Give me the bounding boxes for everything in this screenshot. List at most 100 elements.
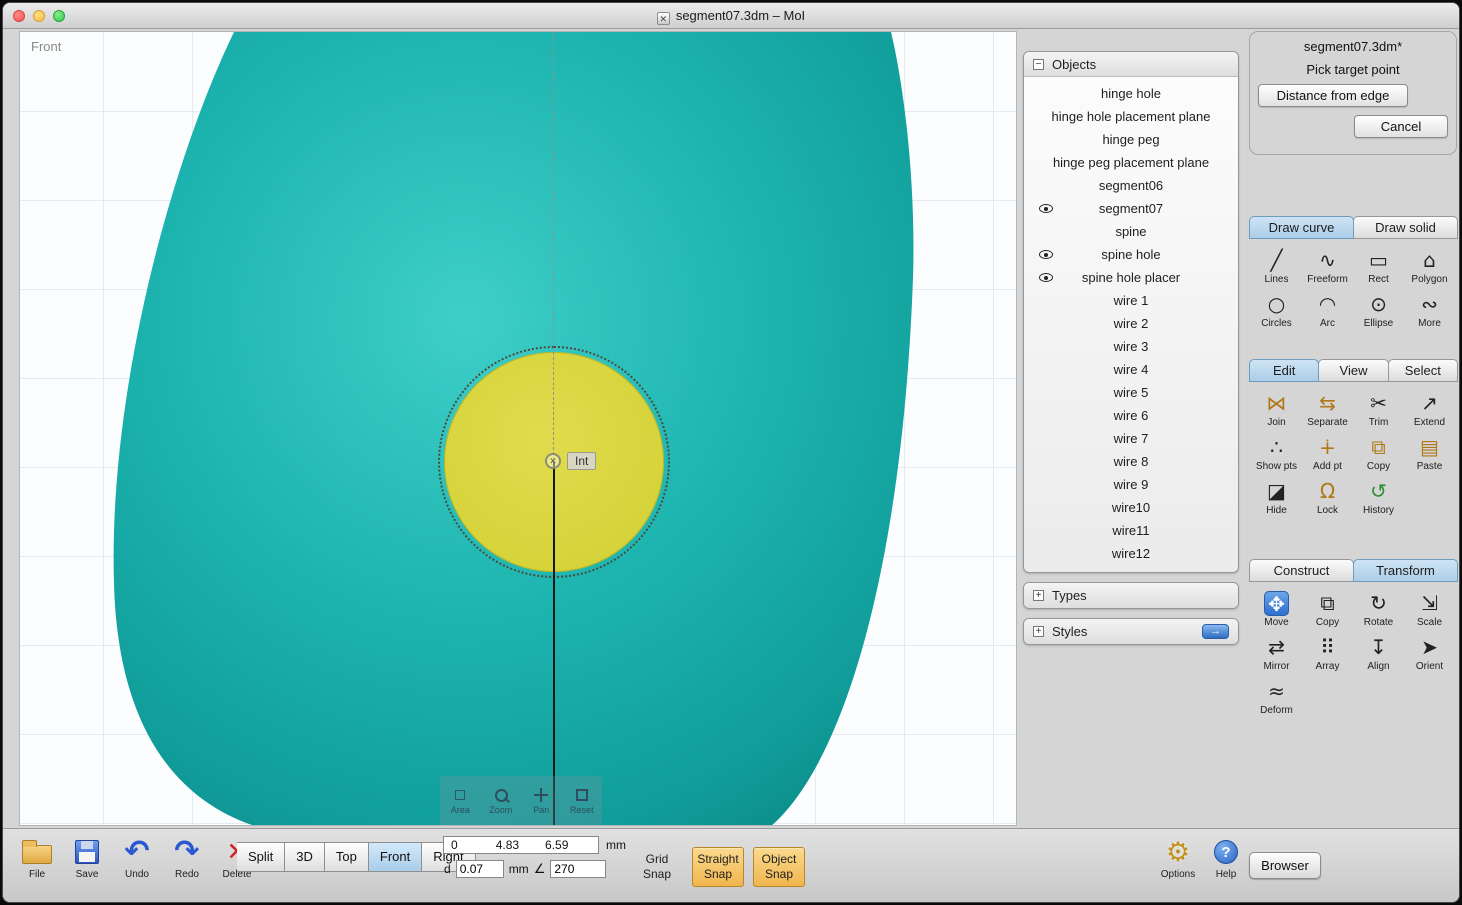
coordinate-readout[interactable]: 0 4.83 6.59: [443, 836, 599, 854]
pan-button[interactable]: Pan: [521, 776, 562, 825]
tab-draw-solid[interactable]: Draw solid: [1353, 216, 1458, 239]
object-list-item[interactable]: wire10: [1024, 496, 1238, 519]
object-list-item[interactable]: wire 1: [1024, 289, 1238, 312]
tool-mirror[interactable]: ⇄ Mirror: [1251, 635, 1302, 672]
view-3d-button[interactable]: 3D: [285, 842, 325, 872]
zoom-button[interactable]: Zoom: [481, 776, 522, 825]
tab-transform[interactable]: Transform: [1353, 559, 1458, 582]
save-button[interactable]: Save: [65, 837, 109, 880]
tool-circles[interactable]: ○ Circles: [1251, 292, 1302, 329]
tool-extend[interactable]: ↗ Extend: [1404, 391, 1455, 428]
angle-input[interactable]: [550, 860, 607, 878]
object-list-item[interactable]: spine: [1024, 220, 1238, 243]
cancel-button[interactable]: Cancel: [1354, 115, 1448, 138]
object-snap-toggle[interactable]: Object Snap: [753, 846, 805, 887]
rotate-icon: ↻: [1370, 591, 1387, 615]
grid-snap-toggle[interactable]: Grid Snap: [631, 847, 683, 887]
tool-paste[interactable]: ▤ Paste: [1404, 435, 1455, 472]
types-panel-header[interactable]: + Types: [1024, 583, 1238, 608]
browser-button[interactable]: Browser: [1249, 852, 1321, 879]
tool-copy-transform[interactable]: ⧉ Copy: [1302, 591, 1353, 628]
object-list-item[interactable]: wire 7: [1024, 427, 1238, 450]
command-prompt: Pick target point: [1306, 62, 1400, 77]
object-list-item[interactable]: wire 6: [1024, 404, 1238, 427]
tool-orient[interactable]: ➤ Orient: [1404, 635, 1455, 672]
object-list-item[interactable]: hinge hole placement plane: [1024, 105, 1238, 128]
tool-freeform[interactable]: ∿ Freeform: [1302, 248, 1353, 285]
tab-draw-curve[interactable]: Draw curve: [1249, 216, 1354, 239]
tool-array[interactable]: ⠿ Array: [1302, 635, 1353, 672]
copy-transform-icon: ⧉: [1320, 591, 1335, 615]
object-list-item[interactable]: wire12: [1024, 542, 1238, 565]
tool-separate[interactable]: ⇆ Separate: [1302, 391, 1353, 428]
view-top-button[interactable]: Top: [324, 842, 369, 872]
separate-icon: ⇆: [1319, 391, 1336, 415]
viewport-front[interactable]: Int Front Area Zoom Pan: [19, 31, 1017, 826]
object-list-item[interactable]: wire 8: [1024, 450, 1238, 473]
view-front-button[interactable]: Front: [368, 842, 423, 872]
tab-select[interactable]: Select: [1387, 359, 1458, 382]
file-button[interactable]: File: [15, 837, 59, 880]
tool-copy[interactable]: ⧉ Copy: [1353, 435, 1404, 472]
expand-icon[interactable]: +: [1033, 626, 1044, 637]
tab-construct[interactable]: Construct: [1249, 559, 1354, 582]
object-list-item[interactable]: wire11: [1024, 519, 1238, 542]
tool-history[interactable]: ↺ History: [1353, 479, 1404, 516]
tool-move[interactable]: ✥ Move: [1251, 591, 1302, 628]
object-list-item[interactable]: spine hole: [1024, 243, 1238, 266]
object-list-item[interactable]: wire 3: [1024, 335, 1238, 358]
tool-lock[interactable]: Ω Lock: [1302, 479, 1353, 516]
tool-show-points[interactable]: ∴ Show pts: [1251, 435, 1302, 472]
object-list-item[interactable]: hinge peg placement plane: [1024, 151, 1238, 174]
tool-hide[interactable]: ◪ Hide: [1251, 479, 1302, 516]
tab-edit[interactable]: Edit: [1249, 359, 1320, 382]
object-list-item[interactable]: wire 4: [1024, 358, 1238, 381]
tool-deform[interactable]: ≈ Deform: [1251, 679, 1302, 716]
tab-view[interactable]: View: [1318, 359, 1389, 382]
tool-rect[interactable]: ▭ Rect: [1353, 248, 1404, 285]
expand-icon[interactable]: +: [1033, 590, 1044, 601]
area-zoom-button[interactable]: Area: [440, 776, 481, 825]
styles-arrow-icon[interactable]: [1202, 624, 1229, 639]
tool-scale[interactable]: ⇲ Scale: [1404, 591, 1455, 628]
object-label: wire 5: [1113, 385, 1149, 400]
tool-join[interactable]: ⋈ Join: [1251, 391, 1302, 428]
redo-button[interactable]: Redo: [165, 837, 209, 880]
help-button[interactable]: Help: [1204, 837, 1248, 880]
angle-icon: ∠: [533, 861, 546, 876]
tool-polygon[interactable]: ⌂ Polygon: [1404, 248, 1455, 285]
view-split-button[interactable]: Split: [237, 842, 286, 872]
object-list-item[interactable]: wire 5: [1024, 381, 1238, 404]
styles-panel-header[interactable]: + Styles: [1024, 619, 1238, 644]
object-list-item[interactable]: spine hole placer: [1024, 266, 1238, 289]
tool-align[interactable]: ↧ Align: [1353, 635, 1404, 672]
object-list-item[interactable]: wire 9: [1024, 473, 1238, 496]
object-list-item[interactable]: wire 2: [1024, 312, 1238, 335]
draw-section: Draw curve Draw solid ╱ Lines ∿ Freeform: [1249, 216, 1458, 329]
object-label: wire 2: [1113, 316, 1149, 331]
object-list-item[interactable]: segment06: [1024, 174, 1238, 197]
eye-icon[interactable]: [1039, 248, 1053, 261]
object-list-item[interactable]: hinge peg: [1024, 128, 1238, 151]
tool-lines[interactable]: ╱ Lines: [1251, 248, 1302, 285]
undo-button[interactable]: Undo: [115, 837, 159, 880]
collapse-icon[interactable]: −: [1033, 58, 1044, 70]
tool-rotate[interactable]: ↻ Rotate: [1353, 591, 1404, 628]
object-list-item[interactable]: segment07: [1024, 197, 1238, 220]
tool-trim[interactable]: ✂ Trim: [1353, 391, 1404, 428]
tool-ellipse[interactable]: ⊙ Ellipse: [1353, 292, 1404, 329]
distance-from-edge-button[interactable]: Distance from edge: [1258, 84, 1408, 107]
options-button[interactable]: Options: [1156, 837, 1200, 880]
eye-icon[interactable]: [1039, 271, 1053, 284]
object-list-item[interactable]: hinge hole: [1024, 82, 1238, 105]
object-label: hinge peg: [1102, 132, 1160, 147]
distance-input[interactable]: [455, 860, 504, 878]
tool-arc[interactable]: ◠ Arc: [1302, 292, 1353, 329]
objects-panel-header[interactable]: − Objects: [1024, 52, 1238, 77]
tool-more-curves[interactable]: ∾ More: [1404, 292, 1455, 329]
tool-add-point[interactable]: ∔ Add pt: [1302, 435, 1353, 472]
reset-view-button[interactable]: Reset: [562, 776, 603, 825]
straight-snap-toggle[interactable]: Straight Snap: [692, 846, 744, 887]
eye-icon[interactable]: [1039, 202, 1053, 215]
scale-icon: ⇲: [1421, 591, 1438, 615]
